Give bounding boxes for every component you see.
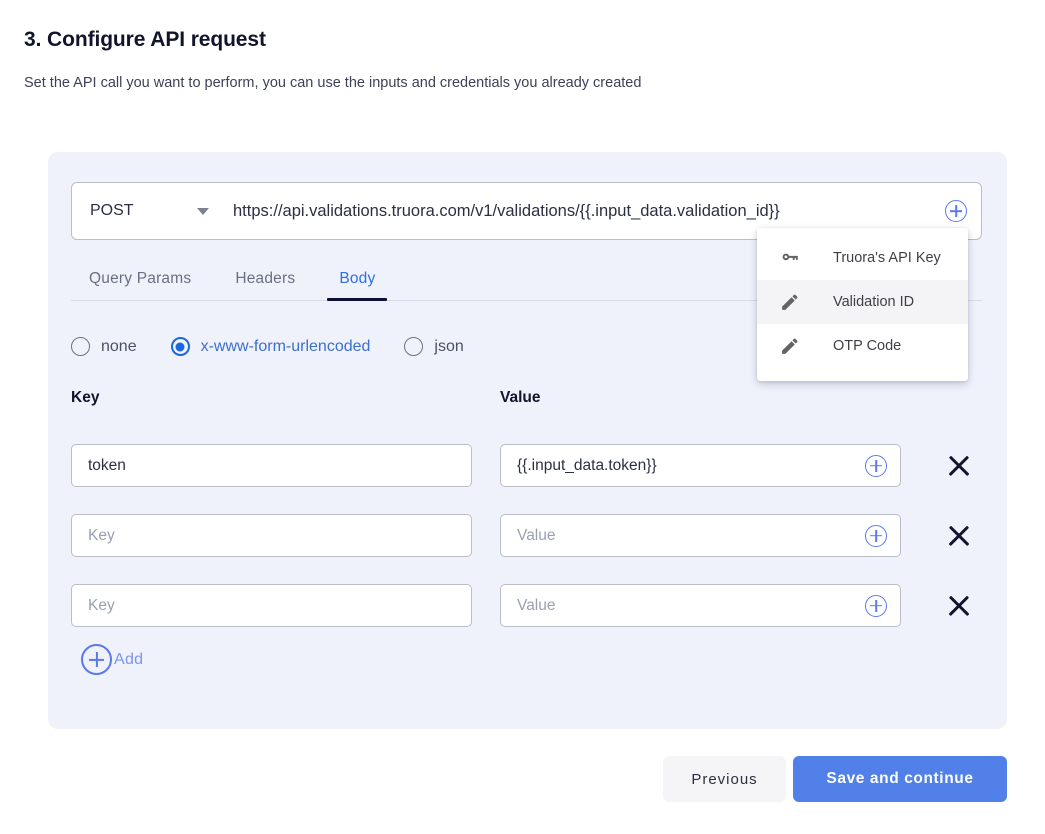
menu-item-truoras-api-key[interactable]: Truora's API Key [757, 236, 968, 280]
plus-circle-icon [81, 644, 112, 675]
column-header-value: Value [500, 389, 541, 406]
radio-circle-selected-icon [170, 337, 190, 356]
request-url-value: https://api.validations.truora.com/v1/va… [233, 201, 780, 220]
key-icon [779, 247, 833, 269]
kv-column-headers: Key Value [71, 389, 982, 411]
radio-x-www-form-urlencoded[interactable]: x-www-form-urlencoded [170, 337, 371, 356]
key-input-2[interactable]: Key [71, 514, 472, 557]
add-row-button[interactable]: Add [81, 644, 143, 675]
http-method-value: POST [90, 202, 134, 219]
http-method-select[interactable]: POST [71, 182, 223, 240]
menu-item-label: OTP Code [833, 338, 902, 354]
key-input-1[interactable]: token [71, 444, 472, 487]
column-header-key: Key [71, 389, 100, 406]
table-row: token {{.input_data.token}} [71, 432, 1001, 502]
delete-row-3-icon[interactable] [943, 590, 975, 622]
value-input-3[interactable]: Value [500, 584, 901, 627]
insert-variable-url-icon[interactable] [945, 200, 967, 222]
key-input-3-placeholder: Key [88, 596, 115, 614]
menu-item-label: Truora's API Key [833, 250, 941, 266]
kv-rows: token {{.input_data.token}} Key Value Ke… [71, 432, 1001, 642]
radio-json-label: json [434, 337, 464, 355]
value-input-3-placeholder: Value [517, 596, 556, 614]
radio-circle-icon [404, 337, 424, 356]
table-row: Key Value [71, 502, 1001, 572]
previous-button[interactable]: Previous [663, 756, 786, 802]
key-input-2-placeholder: Key [88, 526, 115, 544]
value-input-1-value: {{.input_data.token}} [517, 456, 657, 474]
delete-row-2-icon[interactable] [943, 520, 975, 552]
radio-json[interactable]: json [404, 337, 464, 356]
delete-row-1-icon[interactable] [943, 450, 975, 482]
save-and-continue-button[interactable]: Save and continue [793, 756, 1007, 802]
body-type-radio-group: none x-www-form-urlencoded json [71, 337, 498, 356]
radio-none-label: none [101, 337, 137, 355]
insert-variable-value-2-icon[interactable] [865, 524, 887, 547]
page-subtitle: Set the API call you want to perform, yo… [24, 75, 642, 91]
menu-item-label: Validation ID [833, 294, 915, 310]
page-title: 3. Configure API request [24, 28, 266, 51]
value-input-2-placeholder: Value [517, 526, 556, 544]
insert-variable-value-3-icon[interactable] [865, 594, 887, 617]
table-row: Key Value [71, 572, 1001, 642]
key-input-1-value: token [88, 456, 126, 474]
pencil-icon [779, 335, 833, 357]
tab-body[interactable]: Body [327, 270, 388, 301]
insert-variable-menu: Truora's API Key Validation ID OTP Code [757, 228, 968, 381]
configure-api-request-page: 3. Configure API request Set the API cal… [0, 0, 1045, 834]
add-row-label: Add [114, 650, 144, 668]
key-input-3[interactable]: Key [71, 584, 472, 627]
tab-headers[interactable]: Headers [235, 270, 295, 300]
menu-item-otp-code[interactable]: OTP Code [757, 324, 968, 368]
value-input-1[interactable]: {{.input_data.token}} [500, 444, 901, 487]
tab-query-params[interactable]: Query Params [89, 270, 191, 300]
chevron-down-icon [197, 207, 209, 215]
insert-variable-value-1-icon[interactable] [865, 454, 887, 477]
value-input-2[interactable]: Value [500, 514, 901, 557]
radio-circle-icon [71, 337, 90, 356]
pencil-icon [779, 291, 833, 313]
menu-item-validation-id[interactable]: Validation ID [757, 280, 968, 324]
radio-x-www-form-urlencoded-label: x-www-form-urlencoded [200, 337, 371, 355]
radio-none[interactable]: none [71, 337, 137, 356]
